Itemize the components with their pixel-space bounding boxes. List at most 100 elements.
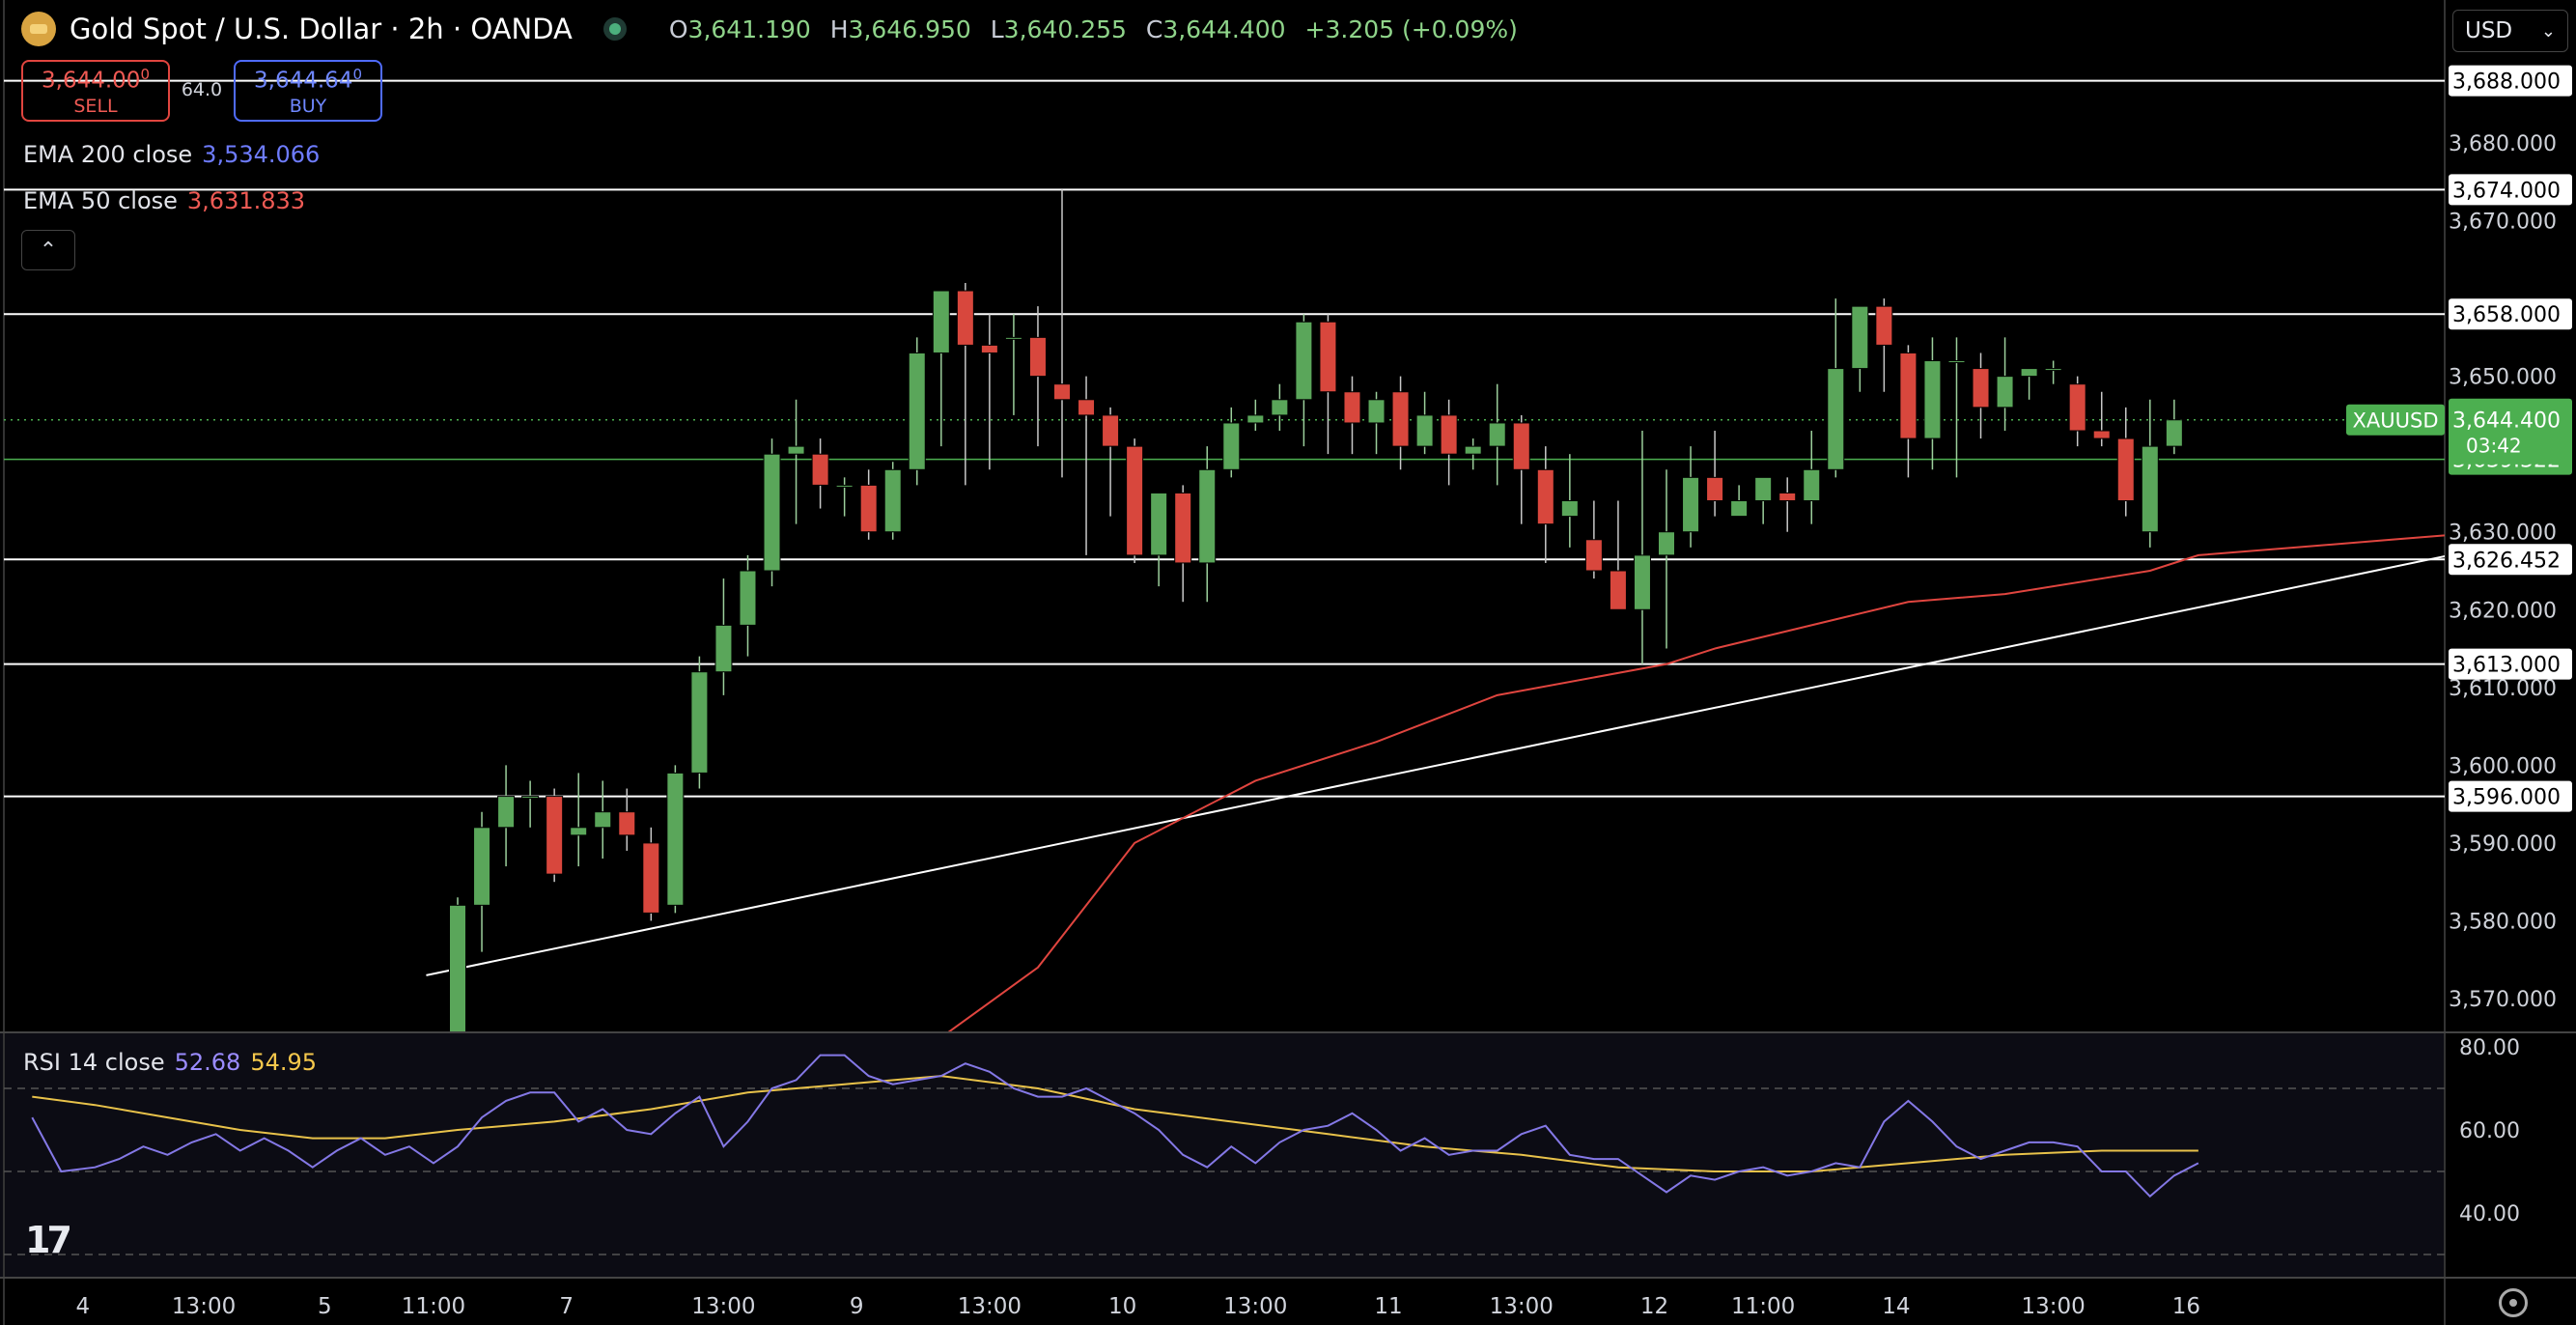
candle-body	[835, 484, 854, 488]
ema50-legend[interactable]: EMA 50 close 3,631.833	[23, 187, 305, 214]
candle-body	[1198, 468, 1217, 564]
candle-body	[497, 796, 516, 829]
price-tick-label: 3,670.000	[2449, 211, 2557, 235]
price-tick-label: 3,580.000	[2449, 910, 2557, 934]
price-tick-label: 3,680.000	[2449, 132, 2557, 156]
candle-body	[2092, 430, 2111, 439]
candle-body	[1004, 336, 1022, 340]
high-label: H	[829, 14, 849, 43]
candle-body	[2068, 383, 2086, 432]
ema200-legend[interactable]: EMA 200 close 3,534.066	[23, 141, 320, 168]
buy-price: 3,644.64	[254, 68, 353, 94]
time-tick-label: 13:00	[691, 1294, 755, 1319]
tradingview-logo-icon: 17	[25, 1219, 72, 1261]
candle-body	[1730, 500, 1749, 518]
bar-countdown: 03:42	[2466, 435, 2522, 458]
candle-body	[1633, 554, 1651, 610]
settings-icon[interactable]	[2499, 1288, 2528, 1317]
time-tick-label: 16	[2172, 1294, 2200, 1319]
symbol-tag: XAUUSD	[2353, 409, 2439, 433]
candle-body	[2165, 419, 2183, 447]
candle-body	[1343, 391, 1361, 424]
buy-price-sup: 0	[352, 66, 362, 83]
candle-body	[787, 445, 805, 455]
currency-select[interactable]: USD ⌄	[2452, 10, 2568, 52]
candle-body	[2020, 368, 2038, 378]
close-label: C	[1145, 14, 1163, 43]
time-tick-label: 11:00	[402, 1294, 465, 1319]
sell-button[interactable]: 3,644.000 SELL	[21, 60, 170, 122]
ema50-value: 3,631.833	[186, 187, 306, 214]
level-price-tag: 3,613.000	[2452, 654, 2561, 678]
candle-body	[1947, 360, 1966, 364]
time-tick-label: 13:00	[1490, 1294, 1554, 1319]
rsi-ma-value: 54.95	[250, 1049, 318, 1076]
buy-label: BUY	[289, 95, 327, 117]
ohlc-values: O3,641.190 H3,646.950 L3,640.255 C3,644.…	[669, 15, 1518, 43]
ema200-value: 3,534.066	[202, 141, 321, 168]
candle-body	[546, 796, 564, 875]
collapse-legend-button[interactable]: ⌃	[21, 230, 75, 270]
candle-body	[1875, 305, 1893, 346]
high-value: 3,646.950	[848, 14, 971, 43]
candle-body	[2044, 368, 2062, 372]
candle-body	[1536, 468, 1554, 525]
time-tick-label: 14	[1882, 1294, 1910, 1319]
candle-body	[1609, 570, 1627, 610]
candle-body	[1682, 476, 1700, 533]
candle-body	[811, 453, 829, 486]
ema50-label: EMA 50 close	[23, 187, 178, 214]
candle-body	[1367, 399, 1386, 424]
price-tick-label: 3,610.000	[2449, 677, 2557, 701]
candle-body	[1851, 305, 1869, 370]
time-tick-label: 11	[1374, 1294, 1402, 1319]
open-label: O	[668, 14, 688, 43]
market-status-icon[interactable]	[602, 17, 627, 41]
candle-body	[1150, 492, 1168, 556]
candle-body	[1440, 414, 1458, 455]
currency-label: USD	[2465, 18, 2513, 43]
price-tick-label: 3,630.000	[2449, 522, 2557, 546]
low-label: L	[990, 14, 1004, 43]
level-price-tag: 3,658.000	[2452, 303, 2561, 327]
candle-body	[1899, 352, 1918, 439]
rsi-value: 52.68	[174, 1049, 241, 1076]
candle-body	[1102, 414, 1120, 447]
time-tick-label: 7	[559, 1294, 574, 1319]
rsi-legend[interactable]: RSI 14 close 52.68 54.95	[23, 1049, 317, 1076]
time-tick-label: 13:00	[958, 1294, 1022, 1319]
time-tick-label: 13:00	[2021, 1294, 2085, 1319]
candle-body	[1658, 531, 1675, 556]
candle-body	[1174, 492, 1192, 564]
ema200-label: EMA 200 close	[23, 141, 193, 168]
candle-body	[1319, 321, 1337, 393]
rsi-tick-label: 40.00	[2459, 1202, 2520, 1226]
rsi-label: RSI 14 close	[23, 1049, 165, 1076]
buy-button[interactable]: 3,644.640 BUY	[234, 60, 382, 122]
candle-body	[1972, 368, 1990, 409]
candle-body	[1754, 476, 1773, 502]
candle-body	[642, 842, 660, 914]
price-tick-label: 3,620.000	[2449, 599, 2557, 623]
level-price-tag: 3,674.000	[2452, 179, 2561, 203]
candle-body	[739, 570, 757, 626]
gold-symbol-icon	[21, 12, 56, 46]
candle-body	[618, 811, 636, 836]
candle-body	[1271, 399, 1289, 416]
price-chart[interactable]: 3,570.000 3,580.000 3,590.000 3,600.000 3,61…	[0, 0, 2576, 1325]
sell-price-sup: 0	[140, 66, 150, 83]
candle-body	[1028, 336, 1047, 378]
chevron-up-icon: ⌃	[39, 238, 58, 263]
time-tick-label: 11:00	[1731, 1294, 1795, 1319]
symbol-title[interactable]: Gold Spot / U.S. Dollar · 2h · OANDA	[70, 13, 573, 45]
level-price-tag: 3,596.000	[2452, 786, 2561, 810]
candle-body	[570, 827, 588, 836]
candle-body	[1295, 321, 1313, 401]
level-price-tag: 3,626.452	[2452, 549, 2561, 573]
time-tick-label: 5	[318, 1294, 332, 1319]
spread-value: 64.0	[181, 79, 223, 100]
open-value: 3,641.190	[687, 14, 811, 43]
time-tick-label: 13:00	[172, 1294, 236, 1319]
sell-label: SELL	[73, 95, 118, 117]
candle-body	[1778, 492, 1797, 502]
